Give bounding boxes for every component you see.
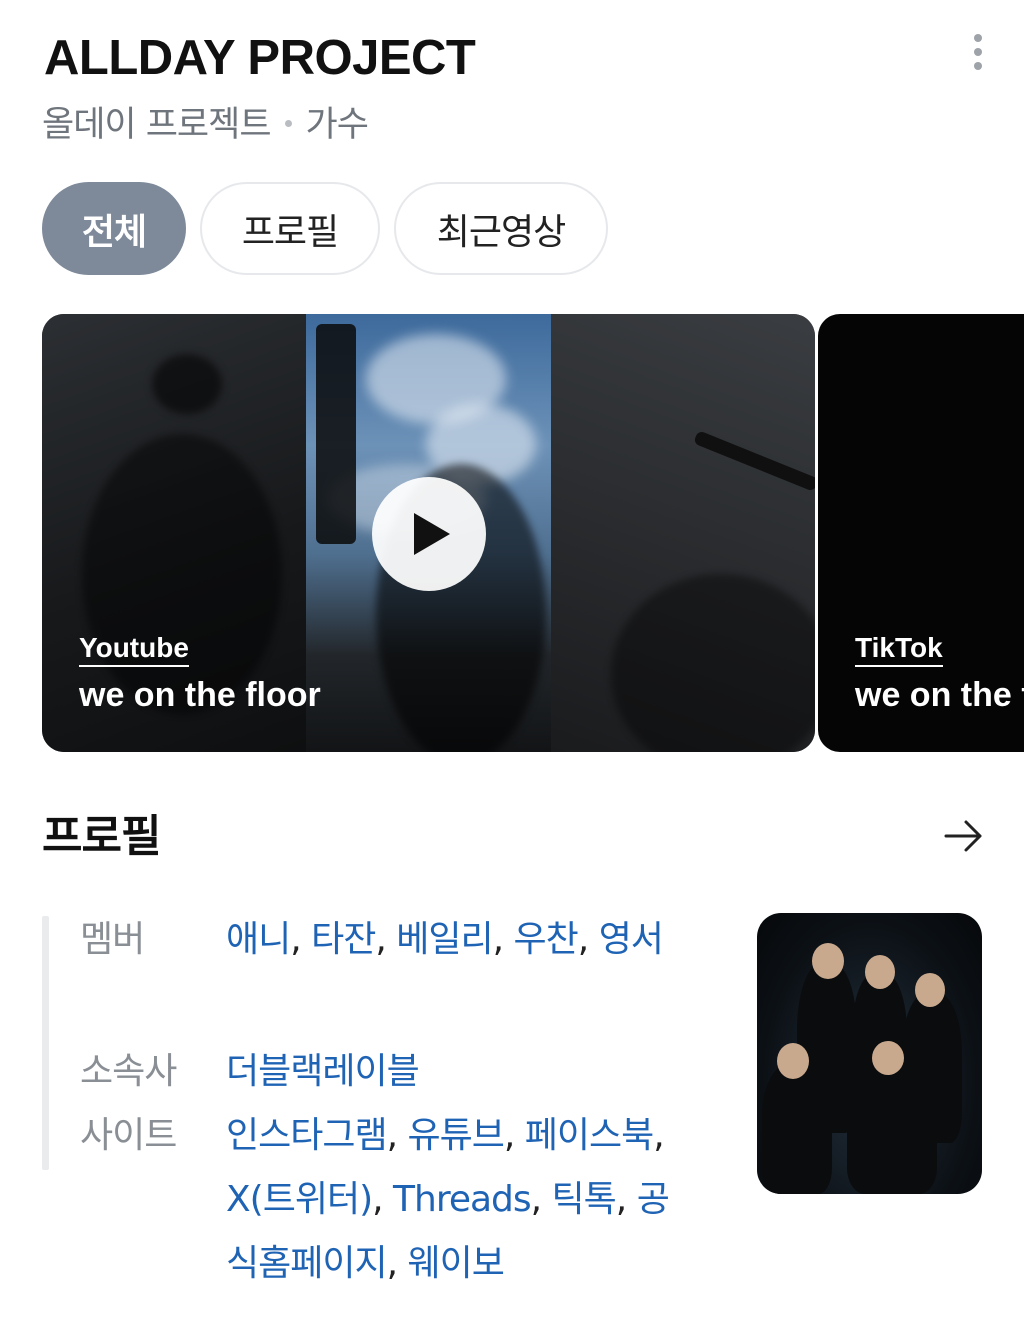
row-value: 인스타그램, 유튜브, 페이스북, X(트위터), Threads, 틱톡, 공… — [226, 1115, 670, 1284]
row-label: 소속사 — [80, 1051, 177, 1092]
link-item[interactable]: 우찬 — [514, 919, 579, 960]
link-item[interactable]: 페이스북 — [525, 1115, 654, 1156]
link-item[interactable]: Threads — [393, 1179, 532, 1220]
tab-all[interactable]: 전체 — [42, 182, 186, 275]
link-item[interactable]: 타잔 — [311, 919, 376, 960]
tab-bar: 전체 프로필 최근영상 — [42, 182, 608, 275]
profile-row-members: 멤버 애니, 타잔, 베일리, 우찬, 영서 — [80, 908, 696, 972]
info-left-bar — [42, 916, 49, 1170]
link-item[interactable]: 웨이보 — [408, 1243, 505, 1284]
profile-row-sites: 사이트 인스타그램, 유튜브, 페이스북, X(트위터), Threads, 틱… — [80, 1104, 696, 1296]
page-title: ALLDAY PROJECT — [44, 31, 476, 85]
page-subtitle: 올데이 프로젝트 가수 — [42, 96, 369, 147]
profile-section-title: 프로필 — [42, 811, 161, 862]
video-title[interactable]: we on the floor — [79, 676, 321, 715]
link-item[interactable]: 더블랙레이블 — [226, 1051, 420, 1092]
link-item[interactable]: 영서 — [599, 919, 664, 960]
row-value: 더블랙레이블 — [226, 1040, 696, 1104]
link-item[interactable]: 유튜브 — [408, 1115, 505, 1156]
row-value: 애니, 타잔, 베일리, 우찬, 영서 — [226, 919, 664, 960]
video-source-tiktok[interactable]: TikTok — [855, 632, 943, 667]
link-item[interactable]: 틱톡 — [552, 1179, 617, 1220]
profile-row-agency: 소속사 더블랙레이블 — [80, 1040, 696, 1104]
tab-recent-videos[interactable]: 최근영상 — [394, 182, 608, 275]
video-thumbnail-right — [551, 314, 815, 752]
group-photo[interactable] — [757, 913, 982, 1194]
row-label: 사이트 — [80, 1115, 177, 1156]
video-card-tiktok[interactable]: TikTok we on the floor — [818, 314, 1024, 752]
arrow-right-icon[interactable] — [944, 816, 984, 856]
link-item[interactable]: 인스타그램 — [226, 1115, 388, 1156]
video-card-youtube[interactable]: Youtube we on the floor — [42, 314, 815, 752]
page: ALLDAY PROJECT 올데이 프로젝트 가수 전체 프로필 최근영상 Y… — [0, 0, 1024, 1335]
link-item[interactable]: X(트위터) — [226, 1179, 373, 1220]
video-title[interactable]: we on the floor — [855, 676, 1024, 715]
link-item[interactable]: 애니 — [226, 919, 291, 960]
video-carousel[interactable]: Youtube we on the floor TikTok we on the… — [42, 314, 1024, 752]
play-icon[interactable] — [372, 477, 486, 591]
subtitle-name: 올데이 프로젝트 — [42, 105, 272, 145]
tab-profile[interactable]: 프로필 — [200, 182, 380, 275]
video-source-youtube[interactable]: Youtube — [79, 632, 189, 667]
link-item[interactable]: 베일리 — [396, 919, 493, 960]
subtitle-separator-dot — [284, 120, 292, 127]
row-label: 멤버 — [80, 919, 145, 960]
subtitle-category: 가수 — [305, 105, 369, 145]
more-vertical-icon[interactable] — [962, 30, 994, 74]
